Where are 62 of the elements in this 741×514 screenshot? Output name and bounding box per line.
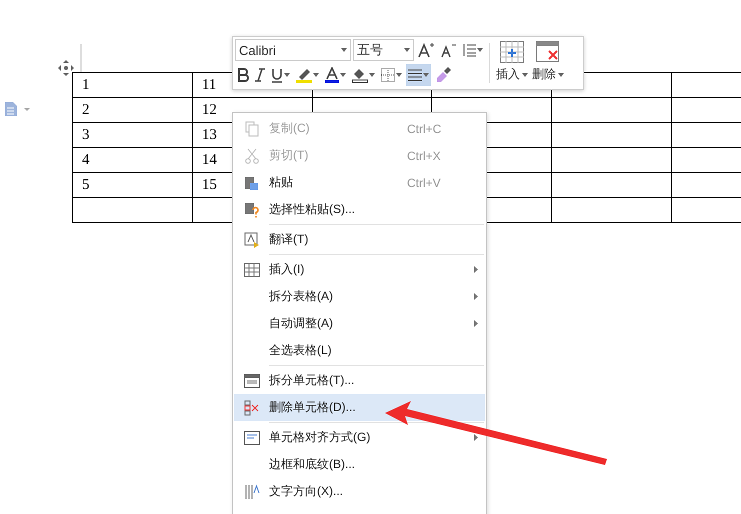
- caret-icon: [341, 48, 347, 52]
- italic-icon: [255, 68, 265, 82]
- align-button[interactable]: [406, 64, 431, 86]
- menu-item[interactable]: 拆分表格(A): [234, 283, 485, 310]
- delete-cells-icon: [244, 400, 260, 416]
- menu-item[interactable]: 插入(I): [234, 256, 485, 283]
- grow-font-icon: [418, 42, 434, 58]
- caret-icon: [522, 72, 528, 76]
- menu-item[interactable]: 自动调整(A): [234, 310, 485, 337]
- move-handle-icon: [58, 60, 74, 76]
- eraser-icon: [435, 67, 451, 83]
- shrink-font-icon: [440, 42, 456, 58]
- highlighter-icon: [296, 67, 312, 83]
- borders-icon: [381, 68, 395, 82]
- caret-icon: [369, 73, 375, 77]
- table-delete-icon: [536, 41, 560, 63]
- table-cell: 2: [72, 98, 192, 122]
- underline-icon: [271, 68, 283, 82]
- caret-icon: [404, 48, 410, 52]
- paste-icon: [244, 174, 259, 190]
- submenu-arrow-icon: [474, 320, 478, 327]
- copy-icon: [244, 120, 258, 136]
- insert-button[interactable]: 插入: [494, 39, 530, 87]
- menu-item[interactable]: 单元格对齐方式(G): [234, 424, 485, 451]
- table-icon: [244, 262, 260, 276]
- paint-bucket-icon: [352, 67, 368, 83]
- delete-button[interactable]: 删除: [530, 39, 566, 87]
- menu-item[interactable]: 边框和底纹(B)...: [234, 451, 485, 478]
- scissors-icon: [244, 148, 258, 164]
- align-icon: [408, 69, 422, 81]
- caret-icon: [558, 72, 564, 76]
- font-size-dropdown[interactable]: 五号: [353, 39, 414, 61]
- table-cell: 1: [72, 72, 192, 98]
- caret-icon: [313, 73, 319, 77]
- submenu-arrow-icon: [474, 266, 478, 273]
- caret-icon: [396, 73, 402, 77]
- submenu-arrow-icon: [474, 293, 478, 300]
- menu-item[interactable]: 选择性粘贴(S)...: [234, 196, 485, 226]
- text-direction-icon: [244, 484, 260, 500]
- table-cell: 4: [72, 148, 192, 172]
- font-color-button[interactable]: [323, 64, 348, 86]
- line-spacing-icon: [462, 43, 476, 57]
- split-cells-icon: [244, 374, 260, 388]
- menu-item[interactable]: 拆分单元格(T)...: [234, 367, 485, 394]
- caret-icon: [284, 73, 290, 77]
- menu-item[interactable]: 翻译(T): [234, 226, 485, 256]
- caret-icon: [477, 48, 483, 52]
- caret-icon: [340, 73, 346, 77]
- paste-special-icon: [244, 201, 259, 218]
- translate-icon: [244, 232, 260, 248]
- menu-item[interactable]: 全选表格(L): [234, 337, 485, 367]
- submenu-arrow-icon: [474, 434, 478, 441]
- font-dropdown[interactable]: Calibri: [235, 39, 351, 61]
- table-insert-icon: [500, 41, 524, 63]
- caret-icon: [423, 73, 429, 77]
- menu-item[interactable]: 删除单元格(D)...: [234, 394, 485, 424]
- cell-alignment-icon: [244, 430, 260, 444]
- bold-icon: [237, 68, 249, 82]
- table-cell: 3: [72, 122, 192, 148]
- font-color-icon: [325, 67, 339, 83]
- table-cell: 5: [72, 172, 192, 198]
- menu-item[interactable]: 文字方向(X)...: [234, 478, 485, 505]
